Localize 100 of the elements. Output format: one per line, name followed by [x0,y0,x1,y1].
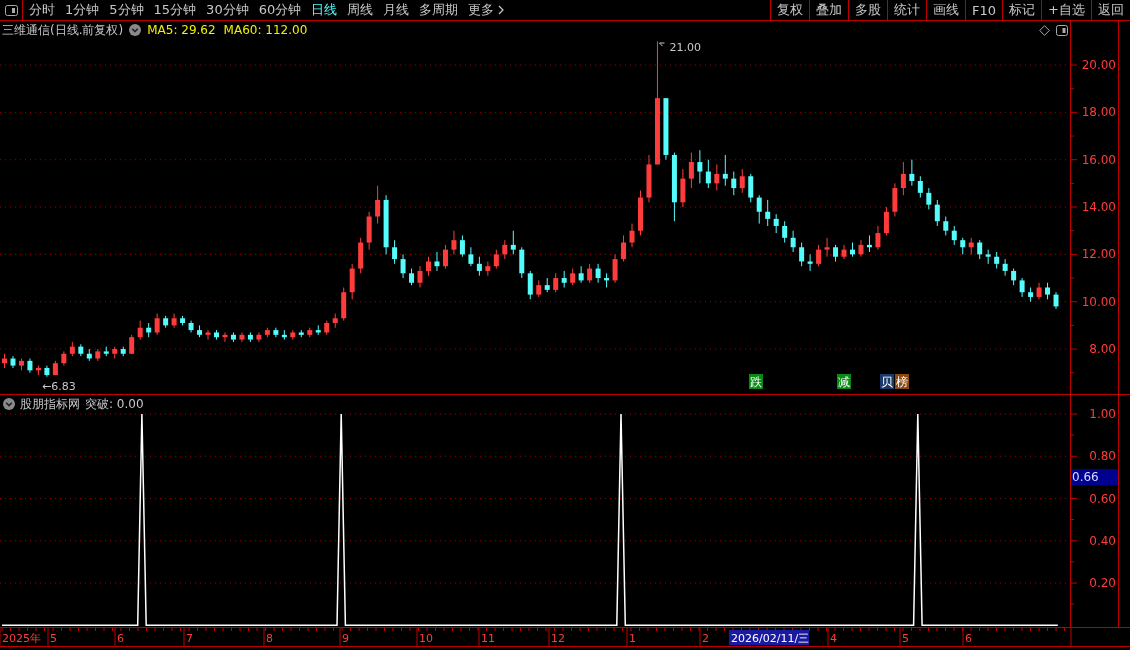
period-tab[interactable]: 多周期 [419,1,459,19]
candlestick [824,237,830,258]
indicator-value: MA60: 112.00 [223,23,308,37]
candlestick [375,185,381,225]
toolbar-button[interactable]: 多股 [848,0,888,20]
candlestick [485,260,491,277]
candlestick [256,331,262,343]
dropdown-icon[interactable] [129,24,142,36]
period-tab[interactable]: 日线 [311,1,338,19]
period-tab[interactable]: 60分钟 [258,1,302,19]
period-tab[interactable]: 1分钟 [65,1,100,19]
candlestick [841,244,847,260]
period-tab[interactable]: 30分钟 [206,1,249,19]
candlestick [561,270,567,288]
candlestick [426,256,431,277]
candlestick [324,320,330,336]
indicator-title: 股朋指标网 [20,395,80,413]
candlestick [646,154,652,203]
candlestick [476,256,482,277]
date-label: 1 [629,632,636,645]
indicator-value: MA5: 29.62 [147,23,216,37]
candlestick [273,327,279,338]
candlestick [621,234,627,262]
toolbar-button[interactable]: F10 [965,0,1003,20]
candlestick [739,168,745,194]
panel-toggle-icon[interactable] [1056,24,1068,36]
candlestick [409,268,415,286]
period-tab[interactable]: 月线 [383,1,410,19]
toolbar-button[interactable]: +自选 [1041,0,1091,20]
panel-toggle-icon[interactable] [4,4,18,16]
period-tab[interactable]: 15分钟 [153,1,197,19]
candlestick [985,249,991,265]
signal-badge: 榜 [895,374,909,389]
candlestick [180,315,186,326]
indicator-axis-label: 0.60 [1089,491,1116,506]
candlestick [315,324,321,336]
period-tab[interactable]: 5分钟 [109,1,144,19]
candlestick [773,213,779,234]
candlestick [765,199,771,227]
candlestick [875,225,881,251]
candlestick [120,346,126,357]
candlestick [858,239,864,258]
period-tab[interactable]: 周线 [347,1,374,19]
candlestick [154,313,160,336]
date-label: 6 [965,632,972,645]
candlestick [264,327,270,338]
candlestick [468,246,474,267]
candlestick [816,244,822,267]
candlestick [86,348,92,362]
indicator-axis-label: 1.00 [1089,407,1116,421]
diamond-icon[interactable] [1039,24,1050,36]
signal-badge: 跌 [749,374,763,389]
toolbar-button[interactable]: 画线 [926,0,966,20]
dropdown-icon[interactable] [3,398,15,410]
indicator-axis-label: 0.40 [1089,533,1116,548]
candlestick [35,365,41,376]
candlestick [960,237,966,255]
candlestick [112,346,118,359]
toolbar-button[interactable]: 叠加 [809,0,849,20]
candlestick [977,239,983,260]
candlestick [527,270,533,300]
candlestick [587,263,593,284]
candlestick [866,234,872,253]
toolbar-button[interactable]: 标记 [1002,0,1042,20]
price-axis-label: 8.00 [1089,342,1116,357]
indicator-value: 突破: 0.00 [85,395,144,413]
date-label: 9 [342,632,349,645]
price-axis-label: 16.00 [1081,152,1116,167]
candlestick [1019,277,1025,298]
candlestick [536,279,542,298]
candlestick [358,237,364,274]
candlestick [510,230,516,255]
candlestick [332,313,338,329]
date-label: 12 [551,632,565,645]
toolbar-button[interactable]: 复权 [770,0,810,20]
candlestick [900,161,906,196]
candlestick [383,194,389,255]
chevron-icon [498,5,505,15]
candlestick [638,189,643,236]
period-tab[interactable]: 分时 [29,1,55,19]
candlestick [392,239,398,265]
candlestick [968,237,974,255]
candlestick [578,265,584,284]
candlestick [790,230,796,253]
candlestick [188,320,194,333]
candlestick [799,242,805,267]
candlestick [1028,287,1034,303]
candlestick [459,234,465,258]
candlestick [27,358,33,374]
toolbar-button[interactable]: 返回 [1091,0,1130,20]
period-tab[interactable]: 更多 [468,1,505,19]
toolbar-button[interactable]: 统计 [887,0,927,20]
candlestick [146,322,152,338]
candlestick [2,353,7,369]
candlestick [1036,282,1042,300]
high-price-label: 21.00 [658,41,701,54]
candlestick [570,268,576,286]
stock-title: 三维通信(日线.前复权) [2,21,124,39]
signal-badge: 减 [837,374,851,389]
cursor-value-label: 0.66 [1071,469,1118,485]
